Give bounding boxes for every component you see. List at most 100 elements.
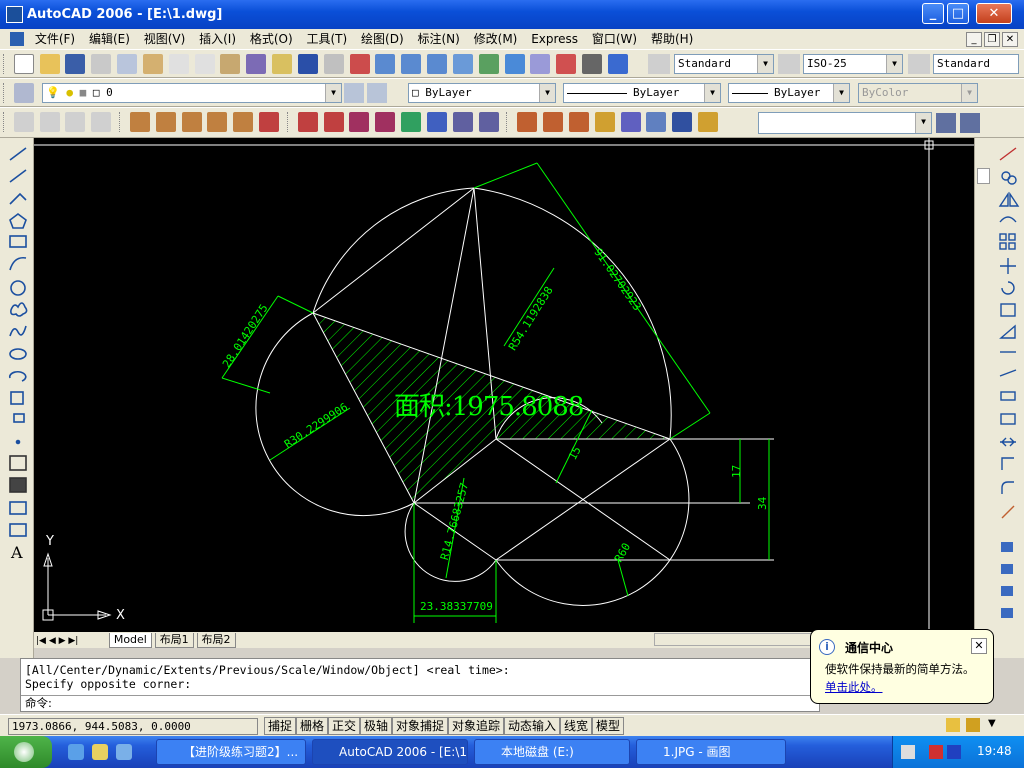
menu-help[interactable]: 帮助(H)	[646, 29, 698, 49]
layer-freeze-icon[interactable]	[646, 112, 667, 132]
menu-file[interactable]: 文件(F)	[30, 29, 80, 49]
model-space-toggle[interactable]: 模型	[592, 717, 625, 735]
otrack-toggle[interactable]: 对象追踪	[448, 717, 505, 735]
tab-layout1[interactable]: 布局1	[154, 633, 194, 648]
spell-check-icon[interactable]	[13, 112, 34, 132]
find-text-icon[interactable]	[39, 112, 60, 132]
autocad-app-icon[interactable]	[6, 6, 23, 23]
center-mark-icon[interactable]	[426, 112, 447, 132]
radius-dim-icon[interactable]	[207, 112, 228, 132]
layer-previous-icon[interactable]	[367, 83, 387, 103]
match-properties-icon[interactable]	[246, 54, 267, 74]
design-center-icon[interactable]	[478, 54, 499, 74]
text-edit-icon[interactable]	[65, 112, 86, 132]
clock[interactable]: 19:48	[977, 744, 1012, 758]
dim-text-edit-icon[interactable]	[478, 112, 499, 132]
command-window[interactable]: [All/Center/Dynamic/Extents/Previous/Sca…	[20, 658, 820, 712]
make-current-layer-icon[interactable]	[344, 83, 364, 103]
lock-icon[interactable]	[966, 718, 980, 732]
publish-icon[interactable]	[142, 54, 163, 74]
drawing-canvas[interactable]: 面积:1975.8088 28.01420275 R30.2299906 R54…	[34, 138, 974, 632]
text-style-icon[interactable]	[648, 54, 670, 74]
layer-match-icon[interactable]	[594, 112, 615, 132]
dim-style-select[interactable]: ISO-25 ▼	[803, 54, 903, 74]
tab-model[interactable]: Model	[108, 633, 152, 648]
named-views-select[interactable]: ▼	[758, 112, 932, 134]
save-icon[interactable]	[65, 54, 86, 74]
chevron-down-icon[interactable]: ▼	[757, 55, 773, 73]
doc-minimize-button[interactable]: _	[966, 32, 982, 47]
coordinate-readout[interactable]: 1973.0866, 944.5083, 0.0000	[8, 718, 258, 735]
layer-manager-icon[interactable]	[13, 83, 34, 103]
new-icon[interactable]	[13, 54, 34, 74]
help-icon[interactable]	[607, 54, 628, 74]
quicklaunch-icon[interactable]	[116, 744, 132, 760]
toolbar-grip[interactable]	[3, 112, 6, 132]
dim-edit-icon[interactable]	[452, 112, 473, 132]
block-editor-icon[interactable]	[272, 54, 293, 74]
redo-icon[interactable]	[323, 54, 344, 74]
baseline-dim-icon[interactable]	[323, 112, 344, 132]
toolbar-grip[interactable]	[506, 112, 509, 132]
continue-dim-icon[interactable]	[349, 112, 370, 132]
balloon-close-button[interactable]: ✕	[971, 638, 987, 654]
menu-view[interactable]: 视图(V)	[139, 29, 191, 49]
camera-icon[interactable]	[936, 113, 956, 133]
tool-palettes-icon[interactable]	[504, 54, 525, 74]
doc-restore-button[interactable]: ❐	[984, 32, 1000, 47]
zoom-window-icon[interactable]	[401, 54, 422, 74]
paste-icon[interactable]	[220, 54, 241, 74]
quick-dim-icon[interactable]	[297, 112, 318, 132]
zoom-realtime-icon[interactable]	[375, 54, 396, 74]
toolbar-grip[interactable]	[119, 112, 122, 132]
snap-toggle[interactable]: 捕捉	[264, 717, 297, 735]
layer-unlock-icon[interactable]	[698, 112, 719, 132]
layer-lock-icon[interactable]	[672, 112, 693, 132]
chevron-down-icon[interactable]: ▼	[915, 113, 931, 133]
scale-text-icon[interactable]	[91, 112, 112, 132]
ortho-toggle[interactable]: 正交	[328, 717, 361, 735]
grid-toggle[interactable]: 栅格	[296, 717, 329, 735]
linear-dim-icon[interactable]	[129, 112, 150, 132]
command-prompt[interactable]: 命令:	[21, 695, 819, 710]
menu-window[interactable]: 窗口(W)	[587, 29, 642, 49]
layer-off-icon[interactable]	[620, 112, 641, 132]
polar-toggle[interactable]: 极轴	[360, 717, 393, 735]
minimize-button[interactable]: _	[922, 3, 944, 24]
lineweight-select[interactable]: ByLayer ▼	[728, 83, 850, 103]
chevron-down-icon[interactable]: ▼	[539, 84, 555, 102]
dim-update-icon[interactable]	[517, 112, 538, 132]
close-button[interactable]: ✕	[976, 3, 1012, 24]
balloon-link[interactable]: 单击此处。	[825, 679, 883, 695]
leader-icon[interactable]	[375, 112, 396, 132]
menu-draw[interactable]: 绘图(D)	[356, 29, 409, 49]
sheet-set-icon[interactable]	[530, 54, 551, 74]
doc-close-button[interactable]: ✕	[1002, 32, 1018, 47]
zoom-previous-icon[interactable]	[427, 54, 448, 74]
menu-insert[interactable]: 插入(I)	[194, 29, 241, 49]
dim-style-icon[interactable]	[778, 54, 800, 74]
layer-select[interactable]: 💡 ● ■ □ 0 ▼	[42, 83, 342, 103]
view-manager-icon[interactable]	[960, 113, 980, 133]
pan-icon[interactable]	[349, 54, 370, 74]
task-autocad[interactable]: AutoCAD 2006 - [E:\1...	[312, 739, 468, 765]
toolbar-grip[interactable]	[3, 54, 6, 74]
task-local-disk[interactable]: 本地磁盘 (E:)	[474, 739, 630, 765]
chevron-down-icon[interactable]: ▼	[833, 84, 849, 102]
menu-tools[interactable]: 工具(T)	[302, 29, 353, 49]
menu-format[interactable]: 格式(O)	[245, 29, 298, 49]
undo-icon[interactable]	[297, 54, 318, 74]
warning-icon[interactable]	[946, 718, 960, 732]
maximize-button[interactable]: □	[947, 3, 969, 24]
toolbar-grip[interactable]	[3, 83, 6, 103]
ordinate-dim-icon[interactable]	[181, 112, 202, 132]
menu-modify[interactable]: 修改(M)	[469, 29, 523, 49]
aligned-dim-icon[interactable]	[155, 112, 176, 132]
table-style-icon[interactable]	[908, 54, 930, 74]
lineweight-toggle[interactable]: 线宽	[560, 717, 593, 735]
media-icon[interactable]	[947, 745, 961, 759]
chevron-down-icon[interactable]: ▼	[886, 55, 902, 73]
tab-layout2[interactable]: 布局2	[196, 633, 236, 648]
calculator-icon[interactable]	[582, 54, 603, 74]
chevron-down-icon[interactable]: ▼	[704, 84, 720, 102]
